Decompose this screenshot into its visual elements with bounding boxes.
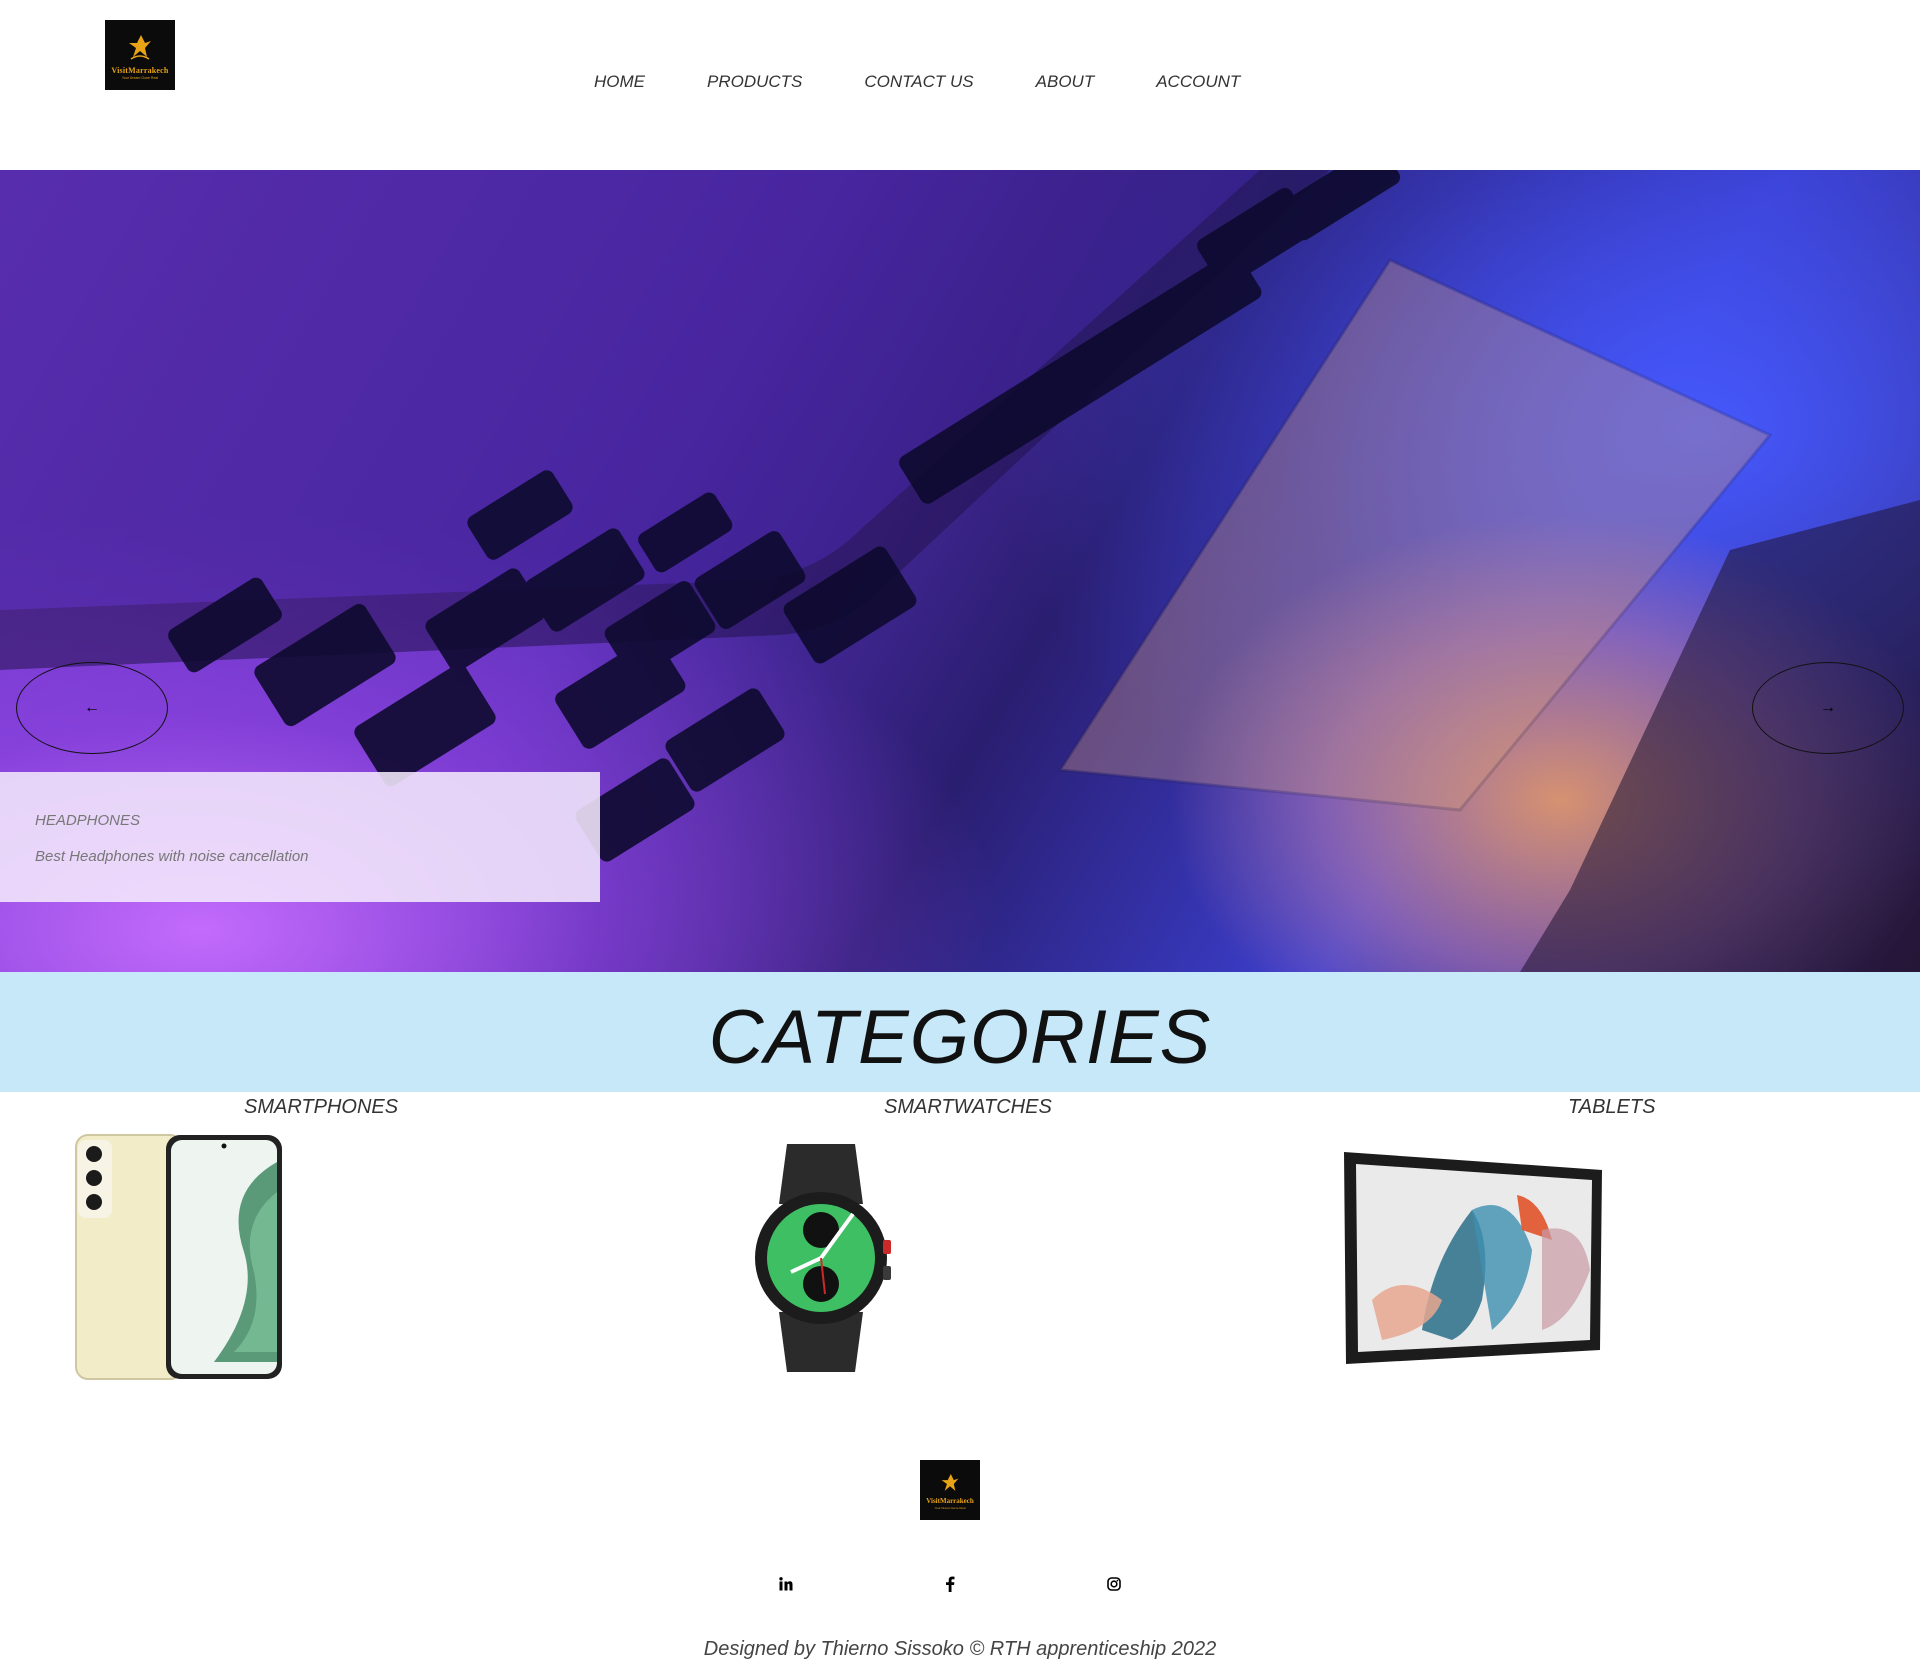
slide-description: Best Headphones with noise cancellation	[35, 848, 309, 865]
categories-heading: CATEGORIES	[708, 995, 1212, 1080]
bird-logo-icon	[941, 1473, 959, 1491]
nav-about[interactable]: ABOUT	[1036, 72, 1095, 92]
instagram-link[interactable]	[1102, 1572, 1126, 1596]
slideshow-prev-button[interactable]: ←	[16, 662, 168, 754]
nav-home[interactable]: HOME	[594, 72, 645, 92]
site-header: VisitMarrakech Your Dream Gone Real HOME…	[0, 0, 1920, 170]
category-label-smartwatches[interactable]: SMARTWATCHES	[884, 1096, 1052, 1119]
category-label-smartphones[interactable]: SMARTPHONES	[244, 1096, 398, 1119]
nav-products[interactable]: PRODUCTS	[707, 72, 802, 92]
linkedin-icon	[779, 1577, 793, 1591]
nav-contact-us[interactable]: CONTACT US	[864, 72, 973, 92]
slide-caption: HEADPHONES Best Headphones with noise ca…	[0, 772, 600, 902]
nav-account[interactable]: ACCOUNT	[1156, 72, 1240, 92]
logo-brand-text: VisitMarrakech	[111, 65, 169, 75]
facebook-icon	[946, 1576, 955, 1592]
footer-logo[interactable]: VisitMarrakech Your Dream Gone Real	[920, 1460, 980, 1520]
logo-tagline: Your Dream Gone Real	[121, 75, 159, 80]
slide-title: HEADPHONES	[35, 812, 141, 829]
instagram-icon	[1107, 1577, 1121, 1591]
main-nav: HOME PRODUCTS CONTACT US ABOUT ACCOUNT	[594, 72, 1240, 92]
categories-band: CATEGORIES	[0, 972, 1920, 1092]
category-label-tablets[interactable]: TABLETS	[1568, 1096, 1655, 1119]
footer-credit: Designed by Thierno Sissoko © RTH appren…	[703, 1638, 1217, 1660]
slideshow-next-button[interactable]: →	[1752, 662, 1904, 754]
tablet-image[interactable]	[1342, 1150, 1604, 1366]
footer-logo-brand: VisitMarrakech	[926, 1496, 974, 1505]
hero-slideshow: ← → HEADPHONES Best Headphones with nois…	[0, 170, 1920, 972]
site-logo[interactable]: VisitMarrakech Your Dream Gone Real	[105, 20, 175, 90]
smartwatch-image[interactable]	[755, 1144, 895, 1372]
arrow-left-icon: ←	[84, 699, 100, 716]
linkedin-link[interactable]	[774, 1572, 798, 1596]
arrow-right-icon: →	[1820, 699, 1836, 716]
smartphone-image[interactable]	[74, 1132, 284, 1382]
facebook-link[interactable]	[938, 1572, 962, 1596]
bird-logo-icon	[129, 34, 151, 60]
footer-logo-tagline: Your Dream Gone Real	[934, 1505, 966, 1510]
